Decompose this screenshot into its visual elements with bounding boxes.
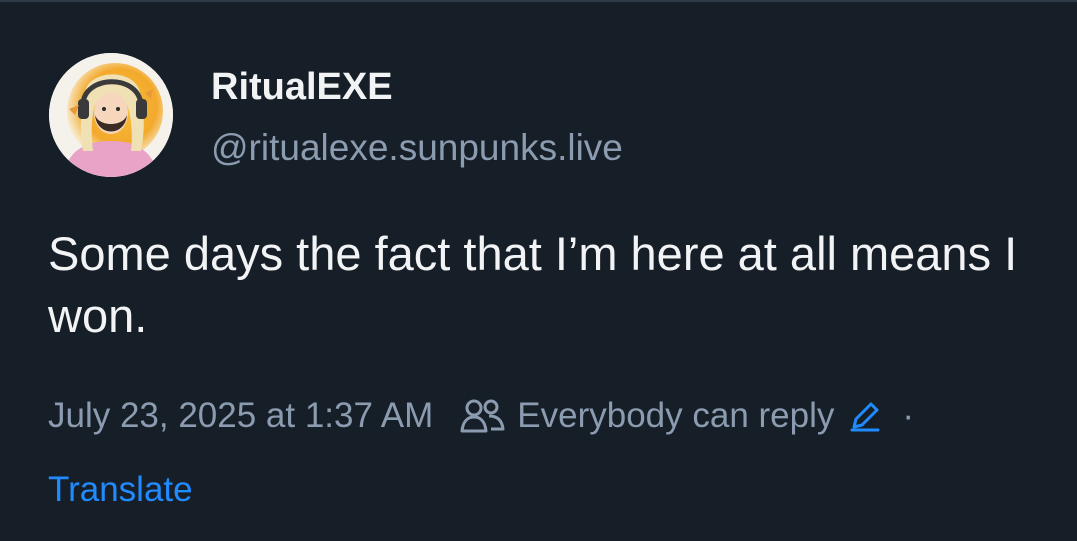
post-card: RitualEXE @ritualexe.sunpunks.live Some …: [0, 0, 1077, 541]
author-display-name[interactable]: RitualEXE: [211, 64, 393, 110]
avatar-illustration: [49, 53, 173, 177]
post-meta: July 23, 2025 at 1:37 AM Everybody can r…: [48, 392, 914, 440]
pencil-icon[interactable]: [848, 399, 882, 433]
reply-setting-label: Everybody can reply: [517, 396, 835, 435]
meta-separator: ·: [902, 396, 915, 435]
avatar[interactable]: [49, 53, 173, 177]
people-icon: [459, 397, 505, 435]
post-text: Some days the fact that I’m here at all …: [48, 227, 1018, 342]
translate-link[interactable]: Translate: [48, 468, 193, 512]
author-handle[interactable]: @ritualexe.sunpunks.live: [211, 125, 623, 171]
reply-setting-button[interactable]: Everybody can reply: [459, 396, 882, 436]
post-timestamp[interactable]: July 23, 2025 at 1:37 AM: [48, 396, 433, 436]
